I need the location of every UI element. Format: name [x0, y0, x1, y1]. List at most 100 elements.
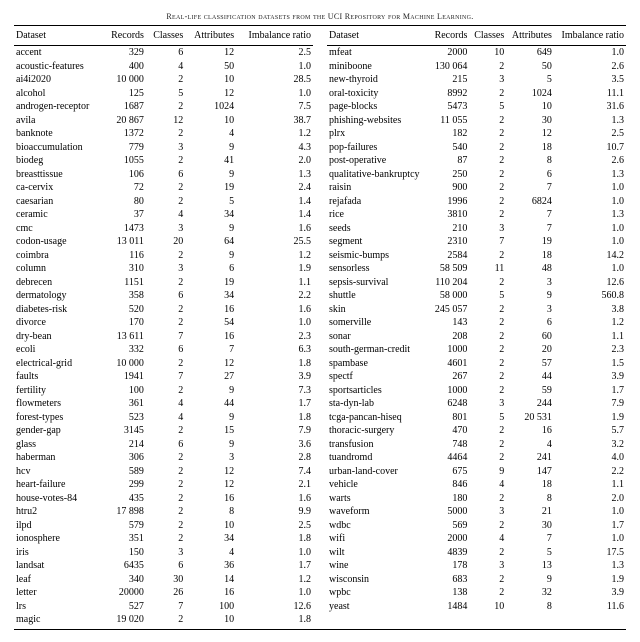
cell-imb: 1.0 [236, 60, 313, 74]
cell-classes: 3 [469, 559, 506, 573]
table-row: somerville143261.2 [327, 316, 626, 330]
cell-attributes: 15 [185, 424, 236, 438]
table-row: rejafada1996268241.0 [327, 195, 626, 209]
cell-attributes: 6 [506, 168, 554, 182]
cell-records: 332 [103, 343, 146, 357]
cell-imb: 1.0 [236, 316, 313, 330]
cell-name: south-german-credit [327, 343, 429, 357]
col-records: Records [103, 26, 146, 46]
cell-records: 683 [429, 573, 469, 587]
header-row: Dataset Records Classes Attributes Imbal… [14, 26, 313, 46]
cell-classes: 2 [146, 492, 185, 506]
cell-attributes: 16 [185, 330, 236, 344]
table-row: acoustic-features4004501.0 [14, 60, 313, 74]
cell-attributes: 9 [185, 141, 236, 155]
cell-attributes: 50 [506, 60, 554, 74]
table-row: lrs527710012.6 [14, 600, 313, 614]
cell-records: 1000 [429, 343, 469, 357]
table-row: ecoli332676.3 [14, 343, 313, 357]
cell-classes: 11 [469, 262, 506, 276]
table-row: ai4i202010 00021028.5 [14, 73, 313, 87]
cell-name: seeds [327, 222, 429, 236]
cell-records: 3145 [103, 424, 146, 438]
cell-name: skin [327, 303, 429, 317]
cell-attributes: 649 [506, 46, 554, 60]
table-row: biodeg10552412.0 [14, 154, 313, 168]
cell-imb: 1.2 [554, 316, 626, 330]
table-row: wpbc1382323.9 [327, 586, 626, 600]
cell-imb: 1.8 [236, 532, 313, 546]
cell-classes: 2 [469, 546, 506, 560]
table-row: warts180282.0 [327, 492, 626, 506]
cell-attributes: 48 [506, 262, 554, 276]
cell-imb: 1.2 [236, 127, 313, 141]
cell-records: 361 [103, 397, 146, 411]
cell-classes: 6 [146, 46, 185, 60]
cell-imb: 2.0 [554, 492, 626, 506]
cell-classes: 6 [146, 559, 185, 573]
cell-imb: 25.5 [236, 235, 313, 249]
table-row: transfusion748243.2 [327, 438, 626, 452]
cell-classes: 2 [146, 465, 185, 479]
cell-records: 4601 [429, 357, 469, 371]
cell-classes: 2 [469, 492, 506, 506]
cell-attributes: 8 [506, 600, 554, 614]
table-row: forest-types523491.8 [14, 411, 313, 425]
cell-records: 125 [103, 87, 146, 101]
cell-records: 1473 [103, 222, 146, 236]
cell-classes: 2 [146, 532, 185, 546]
col-classes: Classes [146, 26, 185, 46]
table-row: page-blocks547351031.6 [327, 100, 626, 114]
cell-imb: 1.2 [236, 249, 313, 263]
cell-records: 569 [429, 519, 469, 533]
cell-attributes: 44 [185, 397, 236, 411]
cell-attributes: 9 [185, 438, 236, 452]
cell-classes: 5 [469, 100, 506, 114]
cell-attributes: 34 [185, 289, 236, 303]
cell-name: waveform [327, 505, 429, 519]
table-row: accent3296122.5 [14, 46, 313, 60]
cell-records: 72 [103, 181, 146, 195]
cell-name: gender-gap [14, 424, 103, 438]
cell-imb: 6.3 [236, 343, 313, 357]
cell-imb: 1.8 [236, 357, 313, 371]
cell-classes: 4 [146, 208, 185, 222]
cell-records: 527 [103, 600, 146, 614]
cell-classes: 4 [146, 60, 185, 74]
cell-attributes: 4 [506, 438, 554, 452]
col-attributes: Attributes [506, 26, 554, 46]
cell-name: divorce [14, 316, 103, 330]
col-dataset: Dataset [327, 26, 429, 46]
cell-name: magic [14, 613, 103, 627]
cell-imb: 1.0 [554, 262, 626, 276]
cell-attributes: 7 [506, 181, 554, 195]
cell-classes: 6 [146, 289, 185, 303]
cell-name: mfeat [327, 46, 429, 60]
cell-name: htru2 [14, 505, 103, 519]
cell-name: caesarian [14, 195, 103, 209]
cell-imb: 1.7 [236, 559, 313, 573]
cell-attributes: 9 [185, 411, 236, 425]
table-row: sepsis-survival110 2042312.6 [327, 276, 626, 290]
cell-records: 523 [103, 411, 146, 425]
cell-name: iris [14, 546, 103, 560]
cell-imb: 3.9 [554, 370, 626, 384]
table-row: fertility100297.3 [14, 384, 313, 398]
table-row: wilt48392517.5 [327, 546, 626, 560]
cell-imb: 2.6 [554, 154, 626, 168]
cell-name: glass [14, 438, 103, 452]
cell-name: flowmeters [14, 397, 103, 411]
cell-imb: 1.1 [554, 478, 626, 492]
cell-records: 11 055 [429, 114, 469, 128]
cell-name: biodeg [14, 154, 103, 168]
cell-attributes: 20 [506, 343, 554, 357]
cell-classes: 2 [146, 181, 185, 195]
cell-classes: 2 [146, 303, 185, 317]
cell-imb: 1.5 [554, 357, 626, 371]
cell-name: coimbra [14, 249, 103, 263]
cell-attributes: 6 [185, 262, 236, 276]
cell-imb: 1.3 [554, 114, 626, 128]
cell-classes: 30 [146, 573, 185, 587]
cell-records: 245 057 [429, 303, 469, 317]
table-row: sta-dyn-lab624832447.9 [327, 397, 626, 411]
